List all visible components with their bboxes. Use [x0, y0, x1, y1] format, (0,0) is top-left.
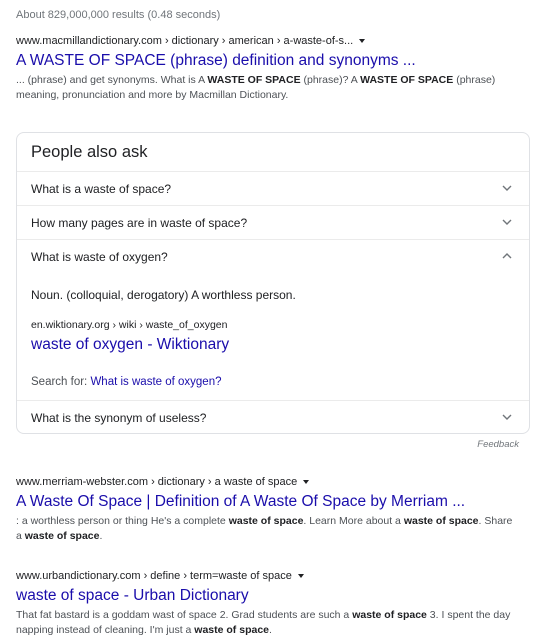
paa-answer-title-link[interactable]: waste of oxygen - Wiktionary	[31, 336, 229, 354]
paa-heading: People also ask	[31, 143, 148, 161]
result-url[interactable]: www.urbandictionary.com › define › term=…	[16, 570, 292, 582]
caret-down-icon[interactable]	[303, 480, 310, 484]
paa-answer-text: Noun. (colloquial, derogatory) A worthle…	[31, 288, 296, 302]
result-snippet: ... (phrase) and get synonyms. What is A…	[16, 74, 496, 101]
result-snippet: : a worthless person or thing He's a com…	[16, 515, 513, 542]
result-title-link[interactable]: A WASTE OF SPACE (phrase) definition and…	[16, 51, 521, 71]
caret-down-icon[interactable]	[297, 574, 304, 578]
result-stats: About 829,000,000 results (0.48 seconds)	[16, 9, 221, 21]
paa-question-text: What is waste of oxygen?	[31, 250, 168, 264]
caret-down-icon[interactable]	[359, 39, 366, 43]
result-cite[interactable]: www.merriam-webster.com › dictionary › a…	[16, 476, 521, 488]
paa-question-text: What is a waste of space?	[31, 182, 172, 196]
chevron-down-icon	[502, 185, 512, 191]
chevron-down-icon	[502, 414, 512, 420]
paa-question-4[interactable]: What is the synonym of useless?	[17, 400, 529, 435]
result-title-link[interactable]: A Waste Of Space | Definition of A Waste…	[16, 492, 521, 512]
result-cite[interactable]: www.macmillandictionary.com › dictionary…	[16, 35, 521, 47]
paa-answer-cite[interactable]: en.wiktionary.org › wiki › waste_of_oxyg…	[31, 319, 227, 331]
feedback-link[interactable]: Feedback	[477, 439, 519, 450]
paa-question-text: What is the synonym of useless?	[31, 411, 207, 425]
paa-search-for: Search for: What is waste of oxygen?	[31, 376, 222, 388]
paa-question-1[interactable]: What is a waste of space?	[17, 171, 529, 206]
result-snippet: That fat bastard is a goddam wast of spa…	[16, 609, 511, 636]
people-also-ask-box: People also ask What is a waste of space…	[16, 132, 530, 434]
result-url[interactable]: www.macmillandictionary.com › dictionary…	[16, 35, 353, 47]
paa-question-2[interactable]: How many pages are in waste of space?	[17, 205, 529, 240]
result-cite[interactable]: www.urbandictionary.com › define › term=…	[16, 570, 521, 582]
search-for-label: Search for:	[31, 376, 88, 388]
chevron-up-icon	[502, 253, 512, 259]
result-title-link[interactable]: waste of space - Urban Dictionary	[16, 586, 521, 606]
paa-question-text: How many pages are in waste of space?	[31, 216, 248, 230]
paa-question-3-expanded[interactable]: What is waste of oxygen?	[17, 239, 529, 274]
search-result-macmillan: www.macmillandictionary.com › dictionary…	[16, 35, 521, 103]
chevron-down-icon	[502, 219, 512, 225]
result-url[interactable]: www.merriam-webster.com › dictionary › a…	[16, 476, 297, 488]
search-result-merriam-webster: www.merriam-webster.com › dictionary › a…	[16, 476, 521, 544]
search-result-urban-dictionary: www.urbandictionary.com › define › term=…	[16, 570, 521, 638]
search-for-link[interactable]: What is waste of oxygen?	[90, 376, 221, 388]
